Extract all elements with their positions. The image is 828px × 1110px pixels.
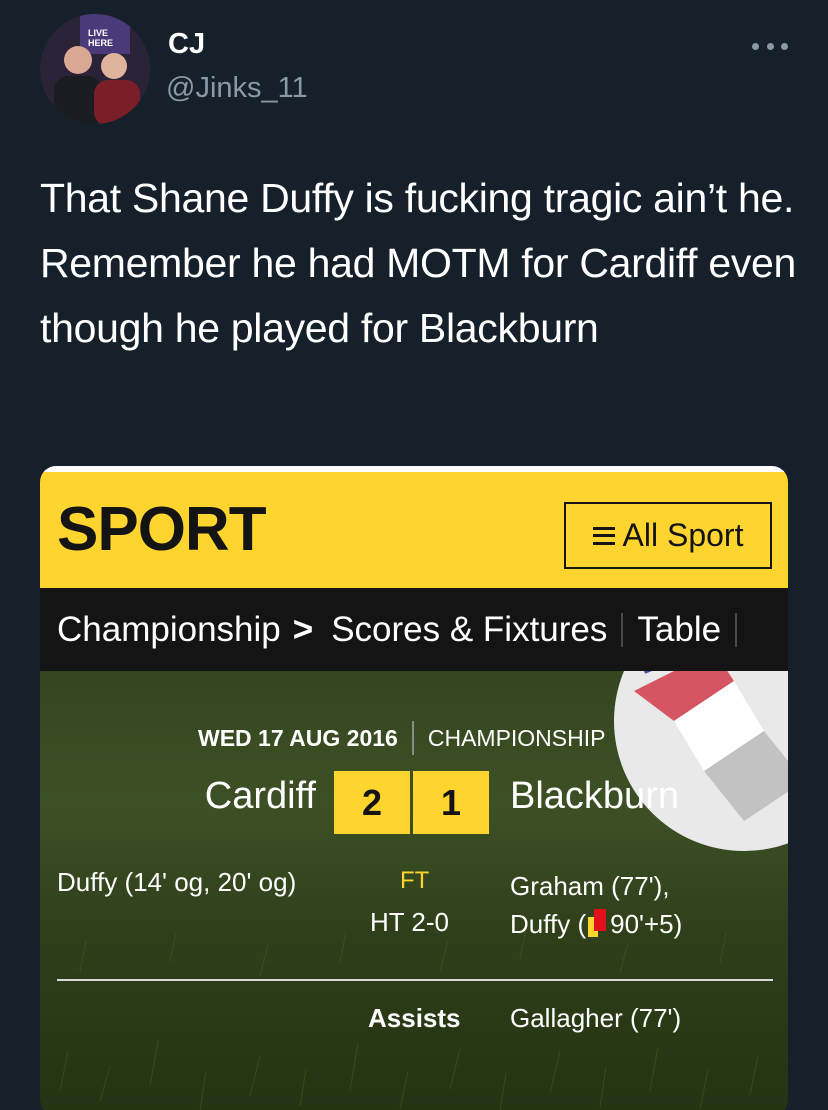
meta-divider	[411, 721, 414, 755]
menu-icon	[592, 526, 615, 545]
match-meta: WED 17 AUG 2016 CHAMPIONSHIP	[198, 721, 605, 755]
svg-text:LIVE: LIVE	[88, 28, 108, 38]
avatar-photo: LIVE HERE	[40, 14, 150, 124]
match-date: WED 17 AUG 2016	[198, 724, 398, 751]
away-scorer-name: Duffy (	[510, 909, 587, 939]
second-yellow-red-card-icon	[588, 909, 608, 937]
avatar[interactable]: LIVE HERE	[40, 14, 150, 124]
user-handle[interactable]: @Jinks_11	[166, 72, 308, 105]
assists-value: Gallagher (77')	[510, 1003, 682, 1033]
away-score: 1	[413, 771, 489, 834]
away-scorer-time: 90'+5)	[610, 909, 683, 939]
half-time-score: HT 2-0	[370, 907, 449, 937]
home-score: 2	[334, 771, 410, 834]
home-scorers: Duffy (14' og, 20' og)	[57, 867, 297, 897]
svg-text:HERE: HERE	[88, 38, 113, 48]
assists-label: Assists	[368, 1003, 461, 1033]
match-panel: WED 17 AUG 2016 CHAMPIONSHIP Cardiff 2 1…	[40, 671, 788, 1110]
away-team: Blackburn	[510, 775, 679, 817]
nav-divider	[735, 612, 738, 647]
sport-header: SPORT All Sport	[40, 472, 788, 588]
tweet-text: That Shane Duffy is fucking tragic ain’t…	[40, 175, 797, 351]
football-image	[614, 671, 788, 851]
more-options-icon[interactable]	[752, 34, 788, 58]
match-competition: CHAMPIONSHIP	[427, 724, 606, 751]
all-sport-button[interactable]: All Sport	[564, 502, 772, 569]
display-name[interactable]: CJ	[168, 28, 205, 61]
all-sport-label: All Sport	[622, 517, 744, 553]
away-scorer-line: Duffy ( 90'+5)	[510, 905, 682, 943]
section-divider	[57, 979, 773, 981]
nav-scores-fixtures[interactable]: Scores & Fixtures	[331, 610, 607, 650]
sport-logo: SPORT	[57, 495, 267, 564]
nav-championship[interactable]: Championship	[57, 610, 281, 650]
nav-divider	[621, 612, 624, 647]
home-team: Cardiff	[204, 775, 316, 817]
away-scorer-line: Graham (77'),	[510, 871, 670, 901]
away-scorers: Graham (77'), Duffy ( 90'+5)	[510, 867, 682, 943]
sport-nav: Championship > Scores & Fixtures Table	[40, 588, 788, 671]
nav-table[interactable]: Table	[637, 610, 721, 650]
chevron-right-icon: >	[292, 609, 314, 649]
tweet-media-image[interactable]: SPORT All Sport Championship > Scores & …	[40, 466, 788, 1110]
match-status: FT	[400, 867, 430, 894]
